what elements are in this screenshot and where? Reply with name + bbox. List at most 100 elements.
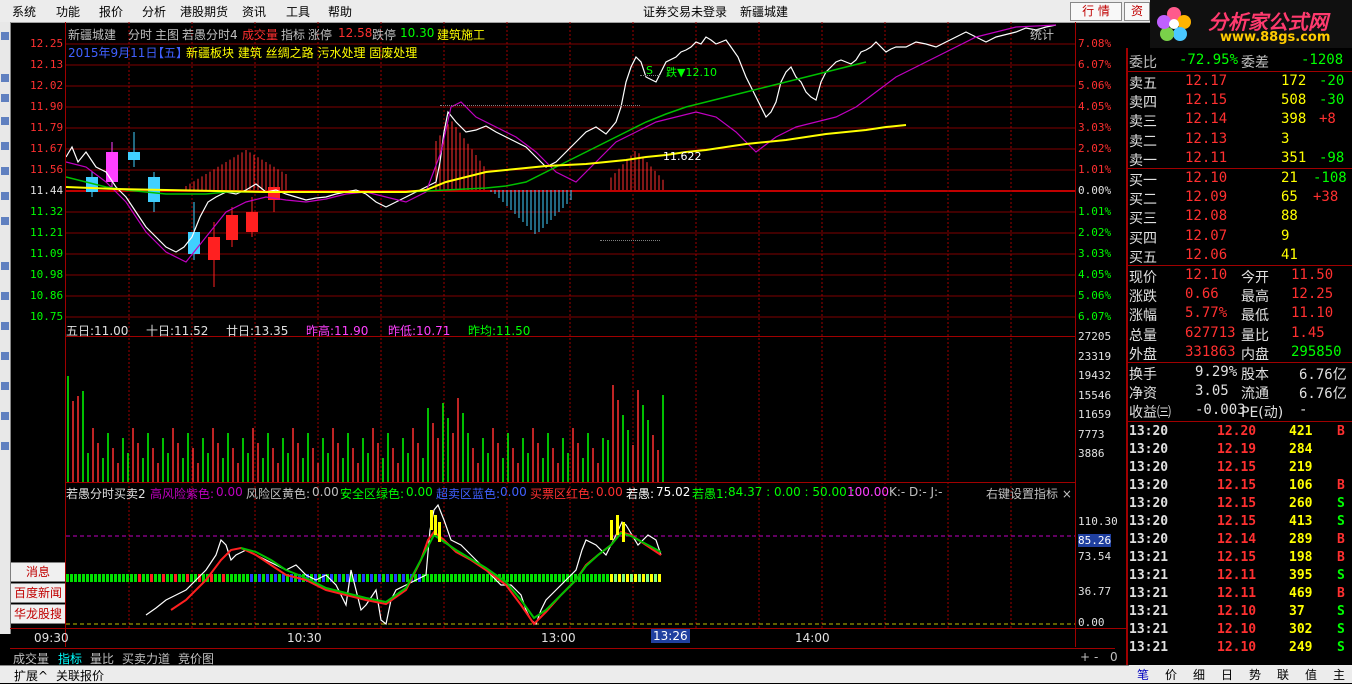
cursor-time-label: 13:26 (651, 629, 690, 643)
zoom-in-button[interactable]: + (1080, 650, 1090, 664)
tick-row[interactable]: 13:20 12.15 106 B (1129, 478, 1351, 496)
tick-price: 12.19 (1217, 442, 1257, 457)
volume-tick: 27205 (1078, 330, 1112, 343)
limit-up-label: 涨停 (308, 28, 333, 42)
order-diff-label: 委差 (1241, 55, 1269, 71)
zoom-out-button[interactable]: - (1094, 650, 1098, 664)
menu-function[interactable]: 功能 (56, 3, 80, 20)
right-tab[interactable]: 联 (1277, 666, 1289, 683)
chart-tab-main[interactable]: 主图 (155, 26, 179, 43)
right-tab[interactable]: 细 (1193, 666, 1205, 683)
stat-value: 11.10 (1291, 305, 1334, 322)
stat-row: 收益㈢ -0.003 PE(动) - (1129, 402, 1351, 421)
tick-row[interactable]: 13:20 12.19 284 (1129, 442, 1351, 460)
quote-button[interactable]: 行 情 (1070, 2, 1122, 21)
ind-buy-value: 0.00 (596, 485, 623, 499)
tick-row[interactable]: 13:20 12.15 260 S (1129, 496, 1351, 514)
tick-row[interactable]: 13:20 12.15 413 S (1129, 514, 1351, 532)
volume-tick: 3886 (1078, 447, 1105, 460)
tool-icon[interactable] (1, 32, 9, 40)
price-tick: 11.32 (30, 205, 64, 218)
tick-row[interactable]: 13:20 12.15 219 (1129, 460, 1351, 478)
tool-icon[interactable] (1, 167, 9, 175)
menu-hk-futures[interactable]: 港股期货 (180, 3, 228, 20)
menu-help[interactable]: 帮助 (328, 3, 352, 20)
tool-icon[interactable] (1, 412, 9, 420)
tick-row[interactable]: 13:21 12.10 302 S (1129, 622, 1351, 640)
tick-time: 13:20 (1129, 424, 1169, 439)
tick-side: B (1337, 478, 1345, 493)
chart-tab-intraday[interactable]: 分时 (128, 26, 152, 43)
sell-price: 12.14 (1185, 111, 1228, 128)
tool-icon[interactable] (1, 217, 9, 225)
stats-button[interactable]: 统计 (1030, 26, 1054, 43)
tick-row[interactable]: 13:21 12.11 395 S (1129, 568, 1351, 586)
tick-row[interactable]: 13:21 12.11 469 B (1129, 586, 1351, 604)
tool-icon[interactable] (1, 352, 9, 360)
tool-icon[interactable] (1, 142, 9, 150)
news-button[interactable]: 消息 (10, 562, 66, 582)
stat-value: 9.29% (1195, 364, 1238, 380)
chart-tab-ruoyu4[interactable]: 若愚分时4 (182, 26, 238, 43)
tick-row[interactable]: 13:21 12.15 198 B (1129, 550, 1351, 568)
time-label: 10:30 (287, 631, 322, 645)
price-tick: 11.56 (30, 163, 64, 176)
order-ratio-value: -72.95% (1179, 52, 1239, 68)
right-tab[interactable]: 主 (1333, 666, 1345, 683)
related-quote-button[interactable]: 关联报价 (56, 667, 104, 684)
tool-icon[interactable] (1, 94, 9, 102)
right-tab[interactable]: 笔 (1137, 666, 1149, 683)
zoom-reset-button[interactable]: 0 (1110, 650, 1118, 664)
indicator-chart[interactable] (66, 500, 1075, 628)
right-tab[interactable]: 势 (1249, 666, 1261, 683)
tool-icon[interactable] (1, 442, 9, 450)
tick-row[interactable]: 13:21 12.10 37 S (1129, 604, 1351, 622)
buy-volume: 21 (1281, 170, 1298, 186)
buy-change: -108 (1313, 170, 1347, 186)
menu-analysis[interactable]: 分析 (142, 3, 166, 20)
menu-news[interactable]: 资讯 (242, 3, 266, 20)
menu-tools[interactable]: 工具 (286, 3, 310, 20)
site-logo: 分析家公式网 www.88gs.com (1150, 0, 1352, 48)
tick-row[interactable]: 13:21 12.10 249 S (1129, 640, 1351, 658)
right-tab[interactable]: 值 (1305, 666, 1317, 683)
tool-icon[interactable] (1, 262, 9, 270)
tick-row[interactable]: 13:20 12.14 289 B (1129, 532, 1351, 550)
chart-date: 2015年9月11日 (68, 46, 158, 60)
menu-system[interactable]: 系统 (12, 3, 36, 20)
panel-line (1128, 265, 1352, 266)
sell-row: 卖二 12.13 3 (1129, 131, 1351, 150)
tick-volume: 413 (1289, 514, 1313, 529)
hualong-search-button[interactable]: 华龙股搜 (10, 604, 66, 624)
sell-price: 12.15 (1185, 92, 1228, 109)
volume-chart[interactable] (66, 337, 1075, 482)
buy-price: 12.08 (1185, 208, 1228, 225)
menu-quote[interactable]: 报价 (99, 3, 123, 20)
right-tab[interactable]: 日 (1221, 666, 1233, 683)
tool-icon[interactable] (1, 292, 9, 300)
tick-side: B (1337, 424, 1345, 439)
tool-icon[interactable] (1, 382, 9, 390)
stat-value: 5.77% (1185, 305, 1228, 322)
tool-icon[interactable] (1, 74, 9, 82)
tool-icon[interactable] (1, 322, 9, 330)
tool-icon[interactable] (1, 192, 9, 200)
sell-volume: 508 (1281, 92, 1307, 109)
tick-row[interactable]: 13:20 12.20 421 B (1129, 424, 1351, 442)
info-button[interactable]: 资 (1124, 2, 1150, 21)
baidu-news-button[interactable]: 百度新闻 (10, 583, 66, 603)
chart-tab-volume[interactable]: 成交量 (242, 26, 278, 43)
tick-side: S (1337, 496, 1345, 511)
limit-down-label: 跌停 (372, 28, 397, 42)
ind-kdj: K:- D:- J:- (889, 485, 943, 499)
price-tick: 12.02 (30, 79, 64, 92)
stat-label: 股本 (1241, 367, 1269, 383)
pct-tick: 1.01% (1078, 205, 1112, 218)
right-tab[interactable]: 价 (1165, 666, 1177, 683)
dotted-marker (600, 240, 660, 241)
tool-icon[interactable] (1, 117, 9, 125)
stat-value: -0.003 (1195, 402, 1246, 418)
expand-button[interactable]: 扩展^ (14, 667, 48, 684)
pct-tick: 5.06% (1078, 79, 1112, 92)
chart-tab-indicator[interactable]: 指标 (281, 26, 305, 43)
